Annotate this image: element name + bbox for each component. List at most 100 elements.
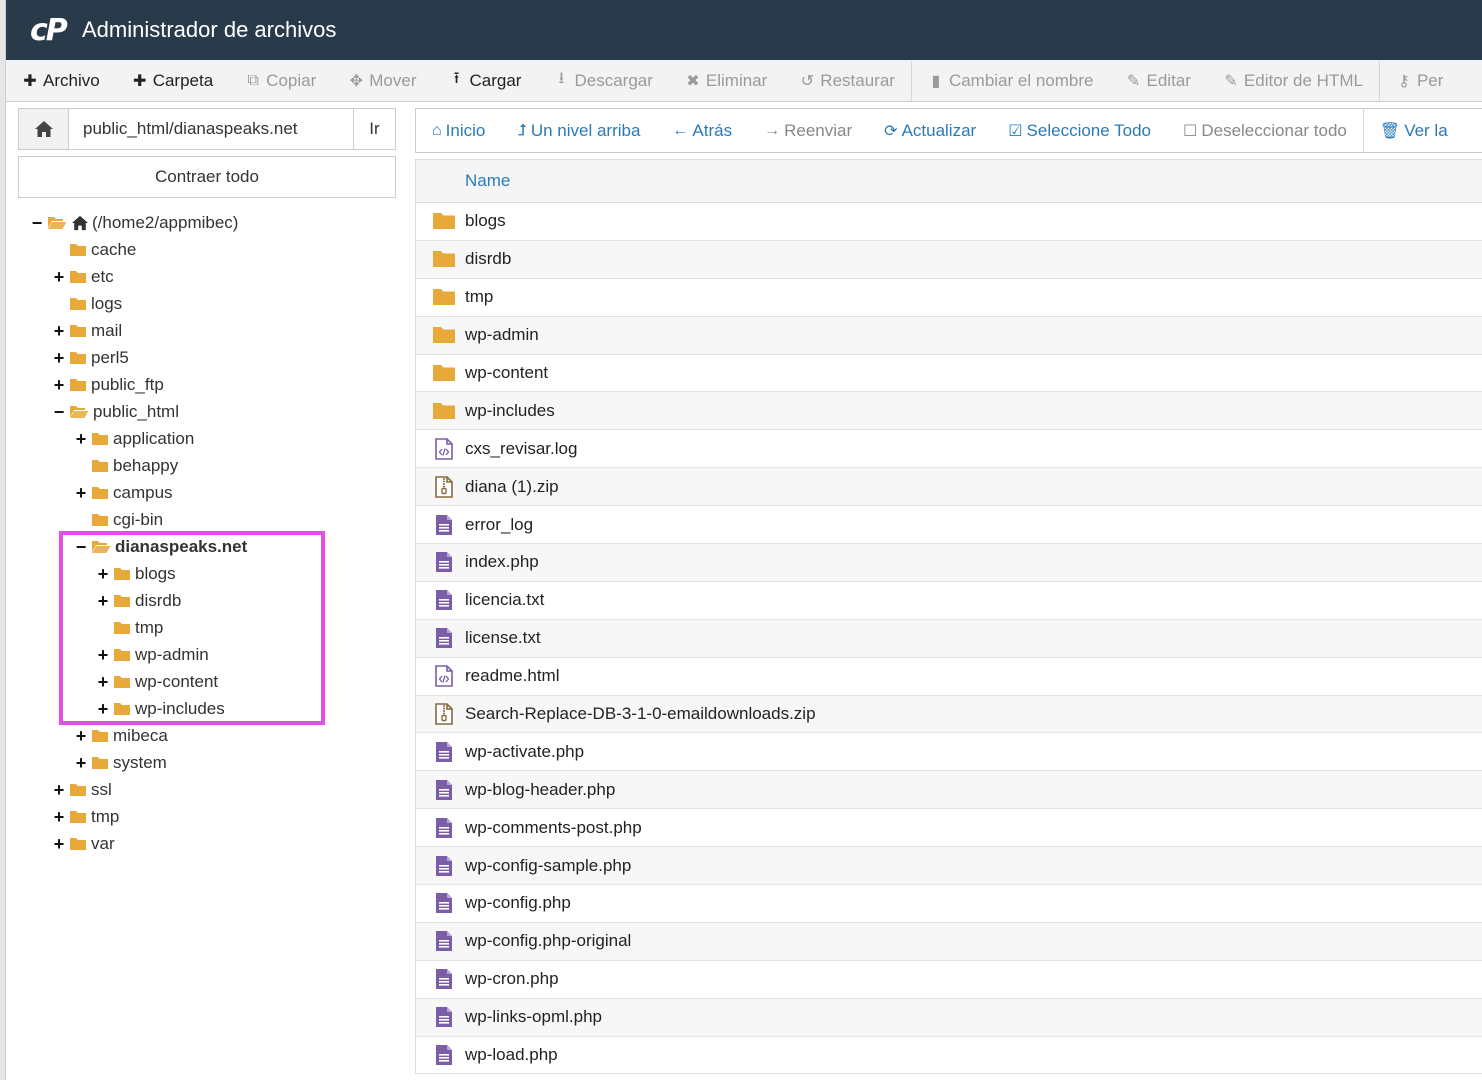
table-row[interactable]: cxs_revisar.log bbox=[416, 430, 1482, 469]
pencil-icon: ✎ bbox=[1126, 72, 1141, 90]
collapse-icon[interactable]: − bbox=[30, 214, 44, 232]
file-name: wp-activate.php bbox=[465, 741, 585, 761]
toolbar-copiar-button[interactable]: ⧉ Copiar bbox=[229, 60, 332, 101]
go-button[interactable]: Ir bbox=[353, 109, 395, 149]
column-header-name[interactable]: Name bbox=[465, 171, 510, 191]
table-row[interactable]: wp-blog-header.php bbox=[416, 771, 1482, 810]
tree-node[interactable]: cache bbox=[18, 236, 398, 263]
table-row[interactable]: wp-config.php bbox=[416, 885, 1482, 923]
table-row[interactable]: index.php bbox=[416, 544, 1482, 582]
nav-ver-la-button[interactable]: 🗑 Ver la bbox=[1364, 109, 1464, 152]
expand-icon[interactable]: + bbox=[52, 349, 66, 367]
folder-icon bbox=[69, 324, 87, 338]
toolbar-mover-button[interactable]: ✥ Mover bbox=[332, 60, 432, 101]
expand-icon[interactable]: + bbox=[74, 754, 88, 772]
code-file-icon bbox=[416, 437, 465, 460]
nav-atrás-button[interactable]: ← Atrás bbox=[656, 109, 748, 152]
expand-icon[interactable]: + bbox=[74, 484, 88, 502]
tree-node[interactable]: + var bbox=[18, 830, 398, 857]
tree-node[interactable]: + tmp bbox=[18, 803, 398, 830]
tree-node[interactable]: behappy bbox=[18, 452, 398, 479]
expand-icon[interactable]: + bbox=[74, 430, 88, 448]
toolbar-button-label: Cargar bbox=[469, 70, 522, 90]
file-name: wp-includes bbox=[465, 400, 555, 420]
expand-icon[interactable]: + bbox=[52, 376, 66, 394]
table-row[interactable]: wp-cron.php bbox=[416, 961, 1482, 999]
table-row[interactable]: wp-activate.php bbox=[416, 733, 1482, 772]
table-row[interactable]: wp-links-opml.php bbox=[416, 998, 1482, 1037]
expand-icon[interactable]: + bbox=[74, 727, 88, 745]
folder-icon bbox=[69, 810, 87, 824]
table-row[interactable]: readme.html bbox=[416, 658, 1482, 696]
toolbar-editar-button[interactable]: ✎ Editar bbox=[1110, 60, 1207, 101]
nav-seleccione-todo-button[interactable]: ☑ Seleccione Todo bbox=[992, 109, 1167, 152]
table-row[interactable]: wp-includes bbox=[416, 392, 1482, 431]
toolbar-archivo-button[interactable]: ✚ Archivo bbox=[6, 60, 116, 101]
folder-icon bbox=[91, 459, 109, 473]
table-row[interactable]: disrdb bbox=[416, 240, 1482, 279]
table-row[interactable]: tmp bbox=[416, 279, 1482, 317]
expand-icon[interactable]: + bbox=[52, 322, 66, 340]
toolbar-cargar-button[interactable]: ⭱ Cargar bbox=[433, 60, 538, 101]
nav-actualizar-button[interactable]: ⟳ Actualizar bbox=[868, 109, 992, 152]
nav-button-label: Seleccione Todo bbox=[1026, 120, 1151, 140]
table-row[interactable]: diana (1).zip bbox=[416, 468, 1482, 507]
tree-node[interactable]: − (/home2/appmibec) bbox=[18, 209, 398, 236]
expand-icon[interactable]: + bbox=[52, 268, 66, 286]
toolbar-carpeta-button[interactable]: ✚ Carpeta bbox=[116, 60, 229, 101]
tree-node[interactable]: + application bbox=[18, 425, 398, 452]
file-list: blogs disrdb tmp wp-admin wp-content wp-inclu… bbox=[416, 203, 1482, 1075]
toolbar-per-button[interactable]: ⚷ Per bbox=[1380, 60, 1459, 101]
path-input[interactable] bbox=[69, 109, 353, 149]
tree-node[interactable]: cgi-bin bbox=[18, 506, 398, 533]
nav-deseleccionar-todo-button[interactable]: ☐ Deseleccionar todo bbox=[1167, 109, 1363, 152]
table-row[interactable]: wp-content bbox=[416, 355, 1482, 393]
expand-icon[interactable]: + bbox=[52, 808, 66, 826]
file-name: blogs bbox=[465, 211, 506, 231]
expand-icon[interactable]: + bbox=[52, 835, 66, 853]
table-row[interactable]: Search-Replace-DB-3-1-0-emaildownloads.z… bbox=[416, 695, 1482, 734]
collapse-all-button[interactable]: Contraer todo bbox=[18, 156, 396, 198]
tree-node-label: etc bbox=[91, 266, 114, 286]
tree-node[interactable]: + campus bbox=[18, 479, 398, 506]
nav-un-nivel-arriba-button[interactable]: ⮥ Un nivel arriba bbox=[501, 109, 656, 152]
tree-node[interactable]: + etc bbox=[18, 263, 398, 290]
table-row[interactable]: licencia.txt bbox=[416, 582, 1482, 620]
toolbar-eliminar-button[interactable]: ✖ Eliminar bbox=[669, 60, 783, 101]
table-row[interactable]: wp-load.php bbox=[416, 1037, 1482, 1075]
collapse-icon[interactable]: − bbox=[52, 403, 66, 421]
tree-node[interactable]: logs bbox=[18, 290, 398, 317]
expand-icon[interactable]: + bbox=[52, 781, 66, 799]
home-path-button[interactable] bbox=[19, 109, 69, 149]
table-row[interactable]: blogs bbox=[416, 203, 1482, 241]
toolbar-editor-de-html-button[interactable]: ✎ Editor de HTML bbox=[1207, 60, 1379, 101]
cpanel-logo[interactable]: cP bbox=[30, 13, 74, 48]
tree-node[interactable]: + public_ftp bbox=[18, 371, 398, 398]
tree-node[interactable]: + ssl bbox=[18, 776, 398, 803]
folder-icon bbox=[69, 783, 87, 797]
table-row[interactable]: wp-config-sample.php bbox=[416, 847, 1482, 886]
tree-node[interactable]: + mibeca bbox=[18, 722, 398, 749]
toolbar-restaurar-button[interactable]: ↺ Restaurar bbox=[783, 60, 911, 101]
text-file-icon bbox=[416, 1006, 465, 1028]
level-up-icon: ⮥ bbox=[517, 121, 527, 139]
nav-inicio-button[interactable]: ⌂ Inicio bbox=[416, 109, 501, 152]
toolbar-cambiar-el-nombre-button[interactable]: ▮ Cambiar el nombre bbox=[912, 60, 1110, 101]
tree-node[interactable]: + system bbox=[18, 749, 398, 776]
table-row[interactable]: license.txt bbox=[416, 619, 1482, 658]
tree-node-label: cache bbox=[91, 239, 137, 259]
toolbar-button-label: Archivo bbox=[43, 70, 100, 90]
toolbar-descargar-button[interactable]: ⭳ Descargar bbox=[537, 60, 668, 101]
tree-node[interactable]: − public_html bbox=[18, 398, 398, 425]
table-header: Name bbox=[416, 159, 1482, 203]
table-row[interactable]: wp-comments-post.php bbox=[416, 809, 1482, 848]
tree-node-label: system bbox=[113, 752, 167, 772]
tree-node-label: var bbox=[91, 833, 115, 853]
table-row[interactable]: error_log bbox=[416, 506, 1482, 545]
table-row[interactable]: wp-admin bbox=[416, 316, 1482, 355]
tree-node[interactable]: + mail bbox=[18, 317, 398, 344]
tree-node-label: mibeca bbox=[113, 725, 168, 745]
table-row[interactable]: wp-config.php-original bbox=[416, 922, 1482, 961]
tree-node[interactable]: + perl5 bbox=[18, 344, 398, 371]
nav-reenviar-button[interactable]: → Reenviar bbox=[748, 109, 868, 152]
